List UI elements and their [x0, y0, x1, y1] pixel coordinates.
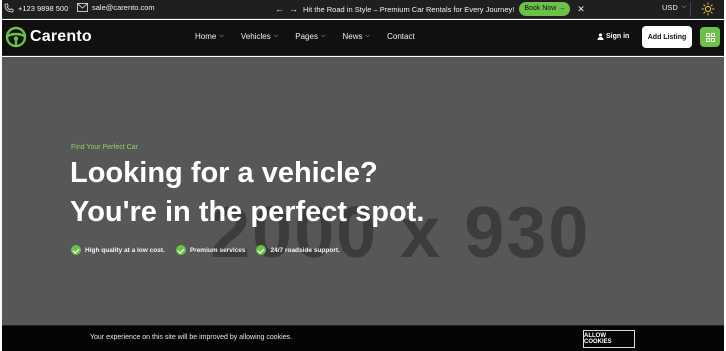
feature-label: 24/7 roadside support. [270, 246, 340, 254]
email-address: sale@carento.com [92, 3, 155, 12]
feature-item: High quality at a low cost. [71, 245, 165, 255]
sign-in-link[interactable]: Sign in [597, 33, 629, 40]
top-bar: +123 9898 500 sale@carento.com ← → Hit t… [0, 0, 726, 19]
arrow-right-icon[interactable]: → [289, 4, 298, 14]
feature-label: High quality at a low cost. [85, 246, 165, 254]
allow-cookies-button[interactable]: ALLOW COOKIES [583, 330, 635, 348]
mail-icon [77, 3, 88, 12]
nav-item-vehicles[interactable]: Vehicles ⌵ [241, 32, 278, 41]
grid-icon [705, 32, 715, 42]
nav-label: Pages [295, 32, 318, 41]
close-icon[interactable]: ✕ [577, 4, 585, 15]
main-nav: Home ⌵ Vehicles ⌵ Pages ⌵ News ⌵ Contact [195, 32, 432, 41]
sign-in-label: Sign in [606, 33, 630, 40]
sun-icon[interactable] [701, 2, 715, 16]
chevron-down-icon: ⌵ [219, 33, 224, 39]
feature-item: Premium services [175, 245, 246, 255]
page-edge [0, 0, 2, 351]
hero-section: 2000 x 930 Find Your Perfect Car Looking… [0, 57, 726, 325]
phone-number: +123 9898 500 [18, 3, 69, 13]
nav-label: News [342, 32, 363, 41]
nav-item-home[interactable]: Home ⌵ [195, 32, 224, 41]
feature-label: Premium services [189, 246, 246, 254]
currency-value: USD [662, 3, 678, 12]
nav-label: Contact [387, 32, 415, 41]
add-listing-button[interactable]: Add Listing [642, 26, 692, 48]
arrow-left-icon[interactable]: ← [275, 4, 284, 14]
chevron-down-icon: ⌵ [681, 4, 687, 10]
cookie-message: Your experience on this site will be imp… [90, 334, 293, 341]
hero-features: High quality at a low cost. Premium serv… [71, 245, 340, 255]
check-icon [256, 245, 267, 255]
steering-wheel-icon [5, 26, 27, 48]
chevron-down-icon: ⌵ [273, 33, 279, 39]
feature-item: 24/7 roadside support. [256, 245, 340, 255]
chevron-down-icon: ⌵ [320, 33, 326, 39]
main-header: Carento Home ⌵ Vehicles ⌵ Pages ⌵ News ⌵… [0, 20, 726, 56]
nav-label: Vehicles [240, 32, 271, 41]
divider [690, 2, 691, 17]
logo-text: Carento [30, 28, 92, 45]
chevron-down-icon: ⌵ [365, 33, 371, 39]
promo-ticker: ← → Hit the Road in Style – Premium Car … [275, 2, 585, 16]
nav-label: Home [195, 32, 217, 41]
promo-text: Hit the Road in Style – Premium Car Rent… [303, 4, 515, 14]
book-now-button[interactable]: Book Now → [519, 2, 571, 16]
site-logo[interactable]: Carento [5, 26, 92, 48]
cookie-banner: Your experience on this site will be imp… [0, 325, 726, 351]
currency-select[interactable]: USD ⌵ [662, 3, 686, 12]
check-icon [71, 245, 81, 255]
email-contact[interactable]: sale@carento.com [77, 3, 155, 12]
user-icon [597, 33, 604, 40]
phone-icon [4, 3, 14, 13]
check-icon [175, 245, 186, 255]
hero-headline: Looking for a vehicle? You're in the per… [70, 154, 424, 232]
nav-item-news[interactable]: News ⌵ [343, 32, 371, 41]
nav-item-pages[interactable]: Pages ⌵ [295, 32, 325, 41]
menu-grid-button[interactable] [700, 27, 720, 47]
hero-eyebrow: Find Your Perfect Car [71, 144, 138, 151]
headline-line-2: You're in the perfect spot. [70, 196, 425, 228]
phone-contact[interactable]: +123 9898 500 [4, 3, 68, 13]
headline-line-1: Looking for a vehicle? [70, 157, 378, 189]
nav-item-contact[interactable]: Contact [387, 32, 415, 41]
